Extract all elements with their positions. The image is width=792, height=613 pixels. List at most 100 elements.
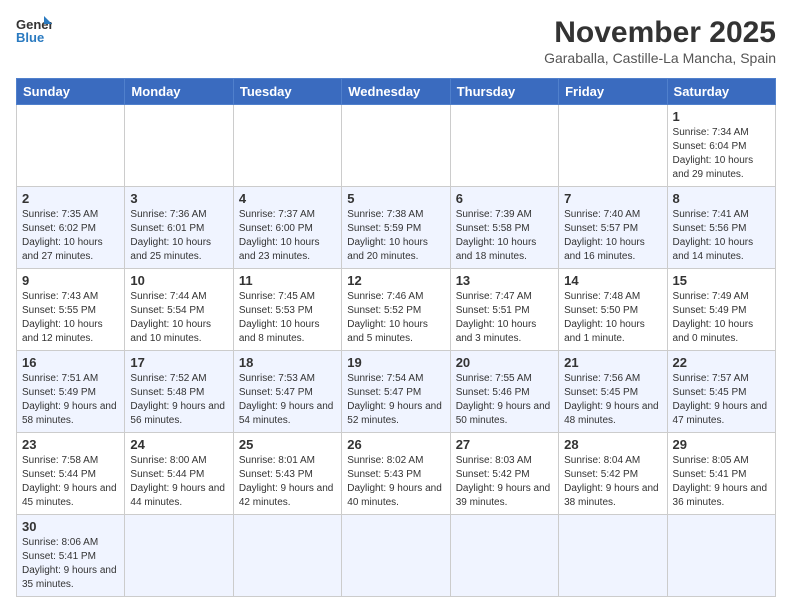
calendar-cell: 21 Sunrise: 7:56 AM Sunset: 5:45 PM Dayli… xyxy=(559,351,667,433)
calendar-cell: 25 Sunrise: 8:01 AM Sunset: 5:43 PM Dayli… xyxy=(233,433,341,515)
calendar-cell: 17 Sunrise: 7:52 AM Sunset: 5:48 PM Dayli… xyxy=(125,351,233,433)
day-number: 21 xyxy=(564,355,661,370)
day-info: Sunrise: 7:35 AM Sunset: 6:02 PM Dayligh… xyxy=(22,208,119,264)
day-info: Sunrise: 7:54 AM Sunset: 5:47 PM Dayligh… xyxy=(347,372,444,428)
calendar-cell xyxy=(17,105,125,187)
day-number: 12 xyxy=(347,273,444,288)
day-number: 7 xyxy=(564,191,661,206)
day-info: Sunrise: 7:53 AM Sunset: 5:47 PM Dayligh… xyxy=(239,372,336,428)
calendar-cell: 29 Sunrise: 8:05 AM Sunset: 5:41 PM Dayli… xyxy=(667,433,775,515)
day-info: Sunrise: 7:39 AM Sunset: 5:58 PM Dayligh… xyxy=(456,208,553,264)
calendar-cell: 14 Sunrise: 7:48 AM Sunset: 5:50 PM Dayli… xyxy=(559,269,667,351)
calendar-week-row: 16 Sunrise: 7:51 AM Sunset: 5:49 PM Dayli… xyxy=(17,351,776,433)
weekday-header-sunday: Sunday xyxy=(17,79,125,105)
day-info: Sunrise: 7:56 AM Sunset: 5:45 PM Dayligh… xyxy=(564,372,661,428)
calendar-cell: 15 Sunrise: 7:49 AM Sunset: 5:49 PM Dayli… xyxy=(667,269,775,351)
day-number: 28 xyxy=(564,437,661,452)
day-number: 18 xyxy=(239,355,336,370)
calendar-week-row: 30Sunrise: 8:06 AM Sunset: 5:41 PM Dayli… xyxy=(17,515,776,597)
weekday-header-row: SundayMondayTuesdayWednesdayThursdayFrid… xyxy=(17,79,776,105)
calendar-cell: 12Sunrise: 7:46 AM Sunset: 5:52 PM Dayli… xyxy=(342,269,450,351)
location-title: Garaballa, Castille-La Mancha, Spain xyxy=(544,50,776,66)
day-number: 2 xyxy=(22,191,119,206)
calendar-table: SundayMondayTuesdayWednesdayThursdayFrid… xyxy=(16,78,776,597)
day-info: Sunrise: 7:49 AM Sunset: 5:49 PM Dayligh… xyxy=(673,290,770,346)
day-number: 29 xyxy=(673,437,770,452)
calendar-cell: 1 Sunrise: 7:34 AM Sunset: 6:04 PM Daylig… xyxy=(667,105,775,187)
day-number: 17 xyxy=(130,355,227,370)
calendar-cell: 6Sunrise: 7:39 AM Sunset: 5:58 PM Daylig… xyxy=(450,187,558,269)
calendar-cell xyxy=(667,515,775,597)
calendar-cell: 7 Sunrise: 7:40 AM Sunset: 5:57 PM Daylig… xyxy=(559,187,667,269)
calendar-cell: 8Sunrise: 7:41 AM Sunset: 5:56 PM Daylig… xyxy=(667,187,775,269)
calendar-cell: 28 Sunrise: 8:04 AM Sunset: 5:42 PM Dayli… xyxy=(559,433,667,515)
day-number: 20 xyxy=(456,355,553,370)
day-info: Sunrise: 7:52 AM Sunset: 5:48 PM Dayligh… xyxy=(130,372,227,428)
calendar-cell xyxy=(342,105,450,187)
month-title: November 2025 xyxy=(544,16,776,50)
day-info: Sunrise: 7:58 AM Sunset: 5:44 PM Dayligh… xyxy=(22,454,119,510)
title-area: November 2025 Garaballa, Castille-La Man… xyxy=(544,16,776,66)
calendar-cell xyxy=(233,105,341,187)
calendar-cell: 5Sunrise: 7:38 AM Sunset: 5:59 PM Daylig… xyxy=(342,187,450,269)
calendar-cell xyxy=(450,515,558,597)
logo-icon: General Blue xyxy=(16,16,52,44)
calendar-cell: 18 Sunrise: 7:53 AM Sunset: 5:47 PM Dayli… xyxy=(233,351,341,433)
day-info: Sunrise: 8:01 AM Sunset: 5:43 PM Dayligh… xyxy=(239,454,336,510)
day-info: Sunrise: 7:51 AM Sunset: 5:49 PM Dayligh… xyxy=(22,372,119,428)
day-number: 30 xyxy=(22,519,119,534)
day-number: 25 xyxy=(239,437,336,452)
header: General Blue November 2025 Garaballa, Ca… xyxy=(16,16,776,66)
calendar-cell: 10 Sunrise: 7:44 AM Sunset: 5:54 PM Dayli… xyxy=(125,269,233,351)
day-number: 3 xyxy=(130,191,227,206)
calendar-cell: 19 Sunrise: 7:54 AM Sunset: 5:47 PM Dayli… xyxy=(342,351,450,433)
calendar-cell: 9Sunrise: 7:43 AM Sunset: 5:55 PM Daylig… xyxy=(17,269,125,351)
calendar-cell: 2 Sunrise: 7:35 AM Sunset: 6:02 PM Daylig… xyxy=(17,187,125,269)
calendar-week-row: 1 Sunrise: 7:34 AM Sunset: 6:04 PM Daylig… xyxy=(17,105,776,187)
calendar-cell: 3 Sunrise: 7:36 AM Sunset: 6:01 PM Daylig… xyxy=(125,187,233,269)
day-number: 26 xyxy=(347,437,444,452)
day-info: Sunrise: 7:47 AM Sunset: 5:51 PM Dayligh… xyxy=(456,290,553,346)
day-info: Sunrise: 7:40 AM Sunset: 5:57 PM Dayligh… xyxy=(564,208,661,264)
day-info: Sunrise: 7:55 AM Sunset: 5:46 PM Dayligh… xyxy=(456,372,553,428)
calendar-cell: 26Sunrise: 8:02 AM Sunset: 5:43 PM Dayli… xyxy=(342,433,450,515)
day-info: Sunrise: 8:05 AM Sunset: 5:41 PM Dayligh… xyxy=(673,454,770,510)
calendar-week-row: 9Sunrise: 7:43 AM Sunset: 5:55 PM Daylig… xyxy=(17,269,776,351)
day-number: 24 xyxy=(130,437,227,452)
day-number: 19 xyxy=(347,355,444,370)
calendar-cell: 11Sunrise: 7:45 AM Sunset: 5:53 PM Dayli… xyxy=(233,269,341,351)
day-info: Sunrise: 8:04 AM Sunset: 5:42 PM Dayligh… xyxy=(564,454,661,510)
calendar-cell xyxy=(559,105,667,187)
day-info: Sunrise: 7:34 AM Sunset: 6:04 PM Dayligh… xyxy=(673,126,770,182)
day-number: 14 xyxy=(564,273,661,288)
calendar-cell: 20 Sunrise: 7:55 AM Sunset: 5:46 PM Dayli… xyxy=(450,351,558,433)
day-number: 27 xyxy=(456,437,553,452)
day-info: Sunrise: 7:57 AM Sunset: 5:45 PM Dayligh… xyxy=(673,372,770,428)
day-info: Sunrise: 8:03 AM Sunset: 5:42 PM Dayligh… xyxy=(456,454,553,510)
day-number: 23 xyxy=(22,437,119,452)
weekday-header-tuesday: Tuesday xyxy=(233,79,341,105)
day-info: Sunrise: 7:37 AM Sunset: 6:00 PM Dayligh… xyxy=(239,208,336,264)
calendar-cell: 4Sunrise: 7:37 AM Sunset: 6:00 PM Daylig… xyxy=(233,187,341,269)
day-number: 10 xyxy=(130,273,227,288)
day-info: Sunrise: 7:36 AM Sunset: 6:01 PM Dayligh… xyxy=(130,208,227,264)
day-number: 22 xyxy=(673,355,770,370)
calendar-cell: 22 Sunrise: 7:57 AM Sunset: 5:45 PM Dayli… xyxy=(667,351,775,433)
calendar-cell xyxy=(233,515,341,597)
calendar-cell xyxy=(125,515,233,597)
day-number: 16 xyxy=(22,355,119,370)
weekday-header-monday: Monday xyxy=(125,79,233,105)
day-number: 1 xyxy=(673,109,770,124)
day-info: Sunrise: 7:48 AM Sunset: 5:50 PM Dayligh… xyxy=(564,290,661,346)
day-info: Sunrise: 7:44 AM Sunset: 5:54 PM Dayligh… xyxy=(130,290,227,346)
day-number: 13 xyxy=(456,273,553,288)
svg-text:Blue: Blue xyxy=(16,30,44,44)
calendar-cell: 24Sunrise: 8:00 AM Sunset: 5:44 PM Dayli… xyxy=(125,433,233,515)
day-number: 15 xyxy=(673,273,770,288)
calendar-cell: 13 Sunrise: 7:47 AM Sunset: 5:51 PM Dayli… xyxy=(450,269,558,351)
day-number: 8 xyxy=(673,191,770,206)
weekday-header-friday: Friday xyxy=(559,79,667,105)
day-number: 9 xyxy=(22,273,119,288)
day-info: Sunrise: 7:38 AM Sunset: 5:59 PM Dayligh… xyxy=(347,208,444,264)
calendar-week-row: 23 Sunrise: 7:58 AM Sunset: 5:44 PM Dayli… xyxy=(17,433,776,515)
